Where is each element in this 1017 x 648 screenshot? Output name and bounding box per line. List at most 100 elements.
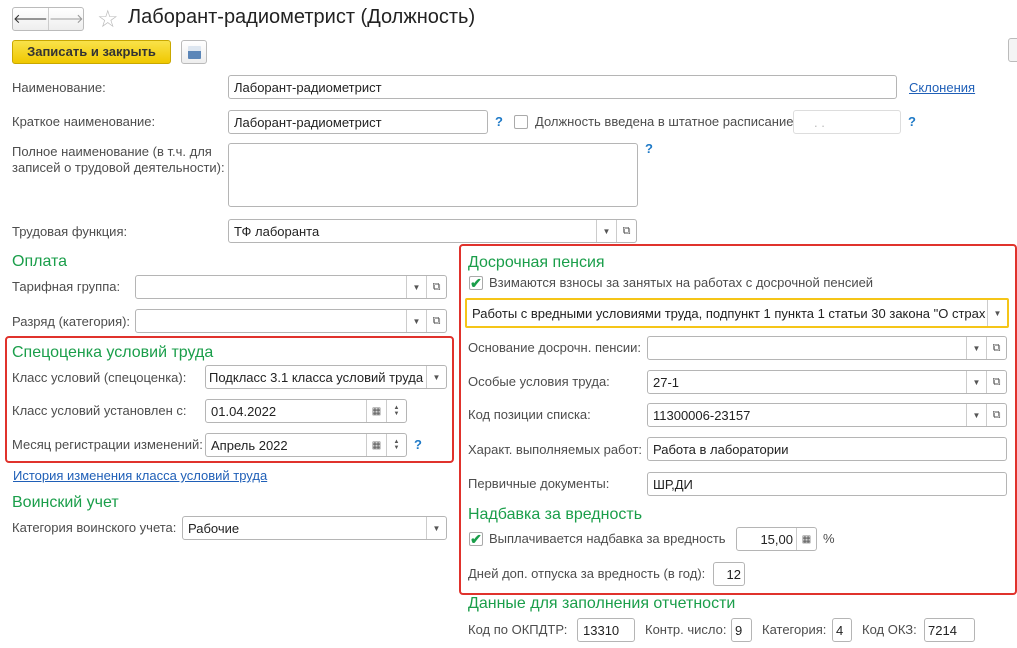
report-header: Данные для заполнения отчетности <box>468 595 736 612</box>
primary-docs-label: Первичные документы: <box>468 476 610 491</box>
list-code-select[interactable]: 11300006-23157 ▼ ⧉ <box>647 403 1007 427</box>
forward-button[interactable]: 🡒 <box>49 8 84 30</box>
nav-buttons: 🡐 🡒 <box>12 7 84 31</box>
list-code-value: 11300006-23157 <box>653 407 751 423</box>
pension-contrib-label: Взимаются взносы за занятых на работах с… <box>489 275 874 290</box>
grade-select[interactable]: ▼ ⧉ <box>135 309 447 333</box>
staff-date-input[interactable]: . . <box>793 110 901 134</box>
sout-month-label: Месяц регистрации изменений: <box>12 437 203 452</box>
okpdtr-label: Код по ОКПДТР: <box>468 622 568 637</box>
chevron-down-icon[interactable]: ▼ <box>406 310 426 332</box>
military-header: Воинский учет <box>12 494 119 511</box>
category-value: 4 <box>836 622 844 638</box>
help-icon[interactable]: ? <box>908 114 916 129</box>
grade-label: Разряд (категория): <box>12 314 131 329</box>
category-label: Категория: <box>762 622 827 637</box>
vacation-days-value: 12 <box>726 566 741 582</box>
help-icon[interactable]: ? <box>645 141 653 156</box>
hazard-pay-value: 15,00 <box>760 531 793 547</box>
military-category-select[interactable]: Рабочие ▼ <box>182 516 447 540</box>
tariff-select[interactable]: ▼ ⧉ <box>135 275 447 299</box>
control-number-value: 9 <box>735 622 743 638</box>
list-code-label: Код позиции списка: <box>468 407 591 422</box>
help-icon[interactable]: ? <box>414 437 422 452</box>
military-category-value: Рабочие <box>188 520 240 536</box>
name-label: Наименование: <box>12 80 106 95</box>
percent-sign: % <box>823 531 835 546</box>
chevron-down-icon[interactable]: ▼ <box>426 517 446 539</box>
sout-since-input[interactable]: 01.04.2022 ▦ ▲ ▼ <box>205 399 407 423</box>
sout-since-value: 01.04.2022 <box>211 403 277 419</box>
chevron-down-icon[interactable]: ▼ <box>596 220 616 242</box>
military-category-label: Категория воинского учета: <box>12 520 177 535</box>
calendar-icon[interactable]: ▦ <box>366 434 386 456</box>
special-conditions-select[interactable]: 27-1 ▼ ⧉ <box>647 370 1007 394</box>
full-name-textarea[interactable] <box>228 143 638 207</box>
staff-label: Должность введена в штатное расписание <box>535 114 794 129</box>
more-button[interactable] <box>1008 38 1017 62</box>
pension-type-value: Работы с вредными условиями труда, подпу… <box>472 305 986 321</box>
pension-basis-label: Основание досрочн. пенсии: <box>468 340 642 355</box>
page-title: Лаборант-радиометрист (Должность) <box>128 6 476 28</box>
okpdtr-input[interactable]: 13310 <box>577 618 635 642</box>
open-icon[interactable]: ⧉ <box>426 310 446 332</box>
category-input[interactable]: 4 <box>832 618 852 642</box>
staff-checkbox[interactable] <box>514 115 528 129</box>
sout-header: Спецоценка условий труда <box>12 344 214 361</box>
save-and-close-button[interactable]: Записать и закрыть <box>12 40 171 64</box>
favorite-star-icon[interactable]: ☆ <box>97 5 119 34</box>
pension-basis-select[interactable]: ▼ ⧉ <box>647 336 1007 360</box>
okz-input[interactable]: 7214 <box>924 618 975 642</box>
okz-value: 7214 <box>928 622 957 638</box>
sout-class-select[interactable]: Подкласс 3.1 класса условий труда ▼ <box>205 365 447 389</box>
spin-buttons[interactable]: ▲ ▼ <box>386 434 406 456</box>
name-input[interactable]: Лаборант-радиометрист <box>228 75 897 99</box>
hazard-pay-label: Выплачивается надбавка за вредность <box>489 531 726 546</box>
open-icon[interactable]: ⧉ <box>616 220 636 242</box>
vacation-days-input[interactable]: 12 <box>713 562 745 586</box>
name-value: Лаборант-радиометрист <box>234 79 382 95</box>
labor-function-select[interactable]: ТФ лаборанта ▼ ⧉ <box>228 219 637 243</box>
hazard-pay-input[interactable]: 15,00 ▦ <box>736 527 817 551</box>
spin-buttons[interactable]: ▲ ▼ <box>386 400 406 422</box>
help-icon[interactable]: ? <box>495 114 503 129</box>
payment-header: Оплата <box>12 253 68 270</box>
calendar-icon[interactable]: ▦ <box>366 400 386 422</box>
pension-header: Досрочная пенсия <box>468 254 605 271</box>
control-number-label: Контр. число: <box>645 622 727 637</box>
back-button[interactable]: 🡐 <box>13 8 49 30</box>
work-nature-input[interactable]: Работа в лаборатории <box>647 437 1007 461</box>
open-icon[interactable]: ⧉ <box>986 371 1006 393</box>
work-nature-value: Работа в лаборатории <box>653 441 789 457</box>
sout-since-label: Класс условий установлен с: <box>12 403 187 418</box>
chevron-down-icon[interactable]: ▼ <box>966 404 986 426</box>
calculator-icon[interactable]: ▦ <box>796 528 816 550</box>
history-link[interactable]: История изменения класса условий труда <box>13 468 267 483</box>
primary-docs-input[interactable]: ШР,ДИ <box>647 472 1007 496</box>
okz-label: Код ОКЗ: <box>862 622 917 637</box>
floppy-disk-icon <box>187 45 201 59</box>
hazard-header: Надбавка за вредность <box>468 506 643 523</box>
chevron-down-icon[interactable]: ▼ <box>406 276 426 298</box>
save-button[interactable] <box>181 40 207 64</box>
open-icon[interactable]: ⧉ <box>986 337 1006 359</box>
declensions-link[interactable]: Склонения <box>909 80 975 95</box>
short-name-value: Лаборант-радиометрист <box>234 114 382 130</box>
special-conditions-label: Особые условия труда: <box>468 374 610 389</box>
sout-month-input[interactable]: Апрель 2022 ▦ ▲ ▼ <box>205 433 407 457</box>
chevron-down-icon[interactable]: ▼ <box>966 371 986 393</box>
sout-class-label: Класс условий (спецоценка): <box>12 370 187 385</box>
open-icon[interactable]: ⧉ <box>426 276 446 298</box>
special-conditions-value: 27-1 <box>653 374 680 390</box>
control-number-input[interactable]: 9 <box>731 618 752 642</box>
pension-contrib-checkbox[interactable]: ✔ <box>469 276 483 290</box>
chevron-down-icon[interactable]: ▼ <box>426 366 446 388</box>
pension-type-select[interactable]: Работы с вредными условиями труда, подпу… <box>465 298 1009 328</box>
chevron-down-icon[interactable]: ▼ <box>966 337 986 359</box>
chevron-down-icon[interactable]: ▼ <box>987 300 1007 326</box>
labor-function-label: Трудовая функция: <box>12 224 128 239</box>
hazard-pay-checkbox[interactable]: ✔ <box>469 532 483 546</box>
short-name-input[interactable]: Лаборант-радиометрист <box>228 110 488 134</box>
open-icon[interactable]: ⧉ <box>986 404 1006 426</box>
work-nature-label: Характ. выполняемых работ: <box>468 442 643 457</box>
